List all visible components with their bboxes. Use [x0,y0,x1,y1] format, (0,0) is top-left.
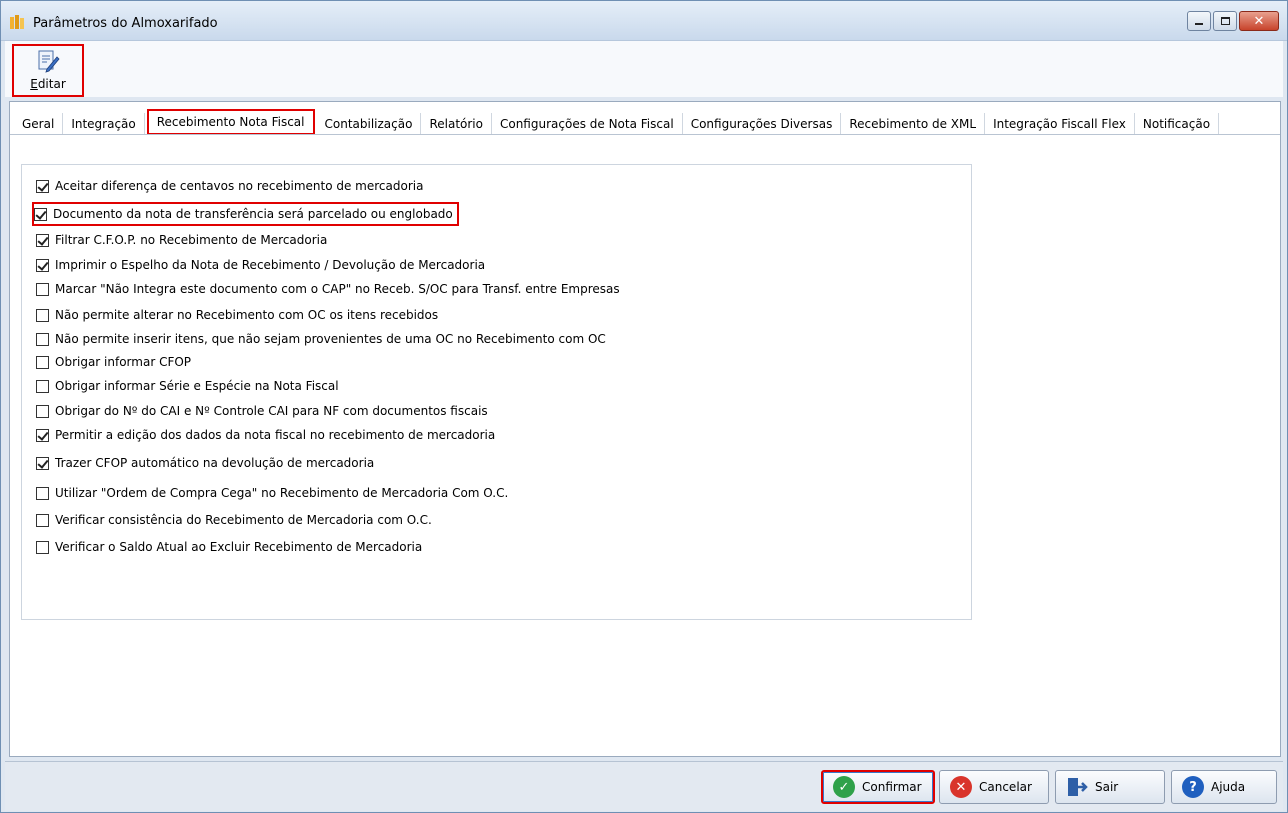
checkbox[interactable] [36,308,49,322]
option-permitir-edicao[interactable]: Permitir a edição dos dados da nota fisc… [36,426,495,444]
option-verificar-saldo-atual[interactable]: Verificar o Saldo Atual ao Excluir Receb… [36,538,422,556]
checkbox[interactable] [36,258,49,272]
tab-strip: Geral Integração Recebimento Nota Fiscal… [14,109,1220,135]
option-label: Obrigar do Nº do CAI e Nº Controle CAI p… [55,404,488,418]
option-imprimir-espelho[interactable]: Imprimir o Espelho da Nota de Recebiment… [36,256,485,274]
option-label: Não permite alterar no Recebimento com O… [55,308,439,322]
tab-notificacao[interactable]: Notificação [1134,113,1220,135]
minimize-icon [1195,23,1203,25]
tab-geral[interactable]: Geral [14,113,64,135]
app-icon [10,15,24,29]
option-label: Aceitar diferença de centavos no recebim… [55,179,424,193]
option-obrigar-cai[interactable]: Obrigar do Nº do CAI e Nº Controle CAI p… [36,402,488,420]
checkbox[interactable] [36,332,49,346]
content-area: Geral Integração Recebimento Nota Fiscal… [9,101,1281,757]
tab-recebimento-xml[interactable]: Recebimento de XML [841,113,986,135]
edit-label: Editar [30,77,66,91]
help-icon: ? [1182,776,1204,798]
checkbox[interactable] [36,456,49,470]
tab-relatorio[interactable]: Relatório [421,113,492,135]
option-label: Filtrar C.F.O.P. no Recebimento de Merca… [55,233,328,247]
option-label: Não permite inserir itens, que não sejam… [55,332,606,346]
option-marcar-nao-integra-cap[interactable]: Marcar "Não Integra este documento com o… [36,280,620,298]
option-label: Obrigar informar Série e Espécie na Nota… [55,379,339,393]
checkbox[interactable] [36,404,49,418]
close-icon: ✕ [1253,13,1265,29]
edit-label-rest: ditar [37,77,66,91]
option-label: Documento da nota de transferência será … [53,207,453,221]
tab-configuracoes-nota-fiscal[interactable]: Configurações de Nota Fiscal [491,113,683,135]
option-aceitar-diferenca-centavos[interactable]: Aceitar diferença de centavos no recebim… [36,177,423,195]
cancel-label: Cancelar [979,780,1032,794]
minimize-button[interactable] [1187,11,1211,31]
checkbox[interactable] [36,179,49,193]
option-label: Marcar "Não Integra este documento com o… [55,282,620,296]
checkbox[interactable] [36,233,49,247]
option-label: Verificar o Saldo Atual ao Excluir Receb… [55,540,423,554]
exit-icon [1068,778,1088,796]
tab-divider [10,134,1280,135]
option-documento-transferencia-parcelado[interactable]: Documento da nota de transferência será … [32,202,459,226]
close-button[interactable]: ✕ [1239,11,1279,31]
tab-integracao-fiscall-flex[interactable]: Integração Fiscall Flex [985,113,1135,135]
toolbar: Editar [5,41,1283,97]
option-obrigar-cfop[interactable]: Obrigar informar CFOP [36,353,191,371]
option-ordem-compra-cega[interactable]: Utilizar "Ordem de Compra Cega" no Receb… [36,484,508,502]
check-icon: ✓ [833,776,855,798]
maximize-button[interactable] [1213,11,1237,31]
tab-recebimento-nota-fiscal[interactable]: Recebimento Nota Fiscal [146,109,315,135]
option-verificar-consistencia[interactable]: Verificar consistência do Recebimento de… [36,511,432,529]
tab-configuracoes-diversas[interactable]: Configurações Diversas [682,113,842,135]
option-label: Permitir a edição dos dados da nota fisc… [55,428,496,442]
checkbox[interactable] [36,282,49,296]
help-button[interactable]: ? Ajuda [1171,770,1277,804]
option-nao-permite-inserir[interactable]: Não permite inserir itens, que não sejam… [36,330,606,348]
checkbox[interactable] [36,428,49,442]
option-nao-permite-alterar[interactable]: Não permite alterar no Recebimento com O… [36,306,438,324]
tab-contabilizacao[interactable]: Contabilização [316,113,422,135]
checkbox[interactable] [36,486,49,500]
option-filtrar-cfop[interactable]: Filtrar C.F.O.P. no Recebimento de Merca… [36,231,327,249]
option-label: Obrigar informar CFOP [55,355,192,369]
option-label: Verificar consistência do Recebimento de… [55,513,432,527]
edit-icon [38,50,60,73]
cancel-button[interactable]: ✕ Cancelar [939,770,1049,804]
help-label: Ajuda [1211,780,1246,794]
window-controls: ✕ [1187,11,1279,31]
option-label: Utilizar "Ordem de Compra Cega" no Receb… [55,486,509,500]
maximize-icon [1220,17,1230,25]
option-trazer-cfop-automatico[interactable]: Trazer CFOP automático na devolução de m… [36,454,374,472]
exit-label: Sair [1095,780,1119,794]
edit-mnemonic: E [30,77,38,91]
option-label: Trazer CFOP automático na devolução de m… [55,456,375,470]
edit-button[interactable]: Editar [12,44,84,97]
title-bar: Parâmetros do Almoxarifado ✕ [1,1,1287,41]
option-label: Imprimir o Espelho da Nota de Recebiment… [55,258,486,272]
confirm-button[interactable]: ✓ Confirmar [821,770,935,804]
checkbox[interactable] [36,355,49,369]
checkbox[interactable] [36,540,49,554]
main-window: Parâmetros do Almoxarifado ✕ Editar Gera… [0,0,1288,813]
checkbox[interactable] [36,513,49,527]
button-bar: ✓ Confirmar ✕ Cancelar Sair ? Ajuda [5,761,1283,811]
confirm-label: Confirmar [862,780,922,794]
cancel-icon: ✕ [950,776,972,798]
window-title: Parâmetros do Almoxarifado [33,16,218,31]
checkbox[interactable] [34,207,47,221]
checkbox[interactable] [36,379,49,393]
options-panel: Aceitar diferença de centavos no recebim… [21,164,972,620]
tab-integracao[interactable]: Integração [63,113,145,135]
exit-button[interactable]: Sair [1055,770,1165,804]
option-obrigar-serie-especie[interactable]: Obrigar informar Série e Espécie na Nota… [36,377,339,395]
